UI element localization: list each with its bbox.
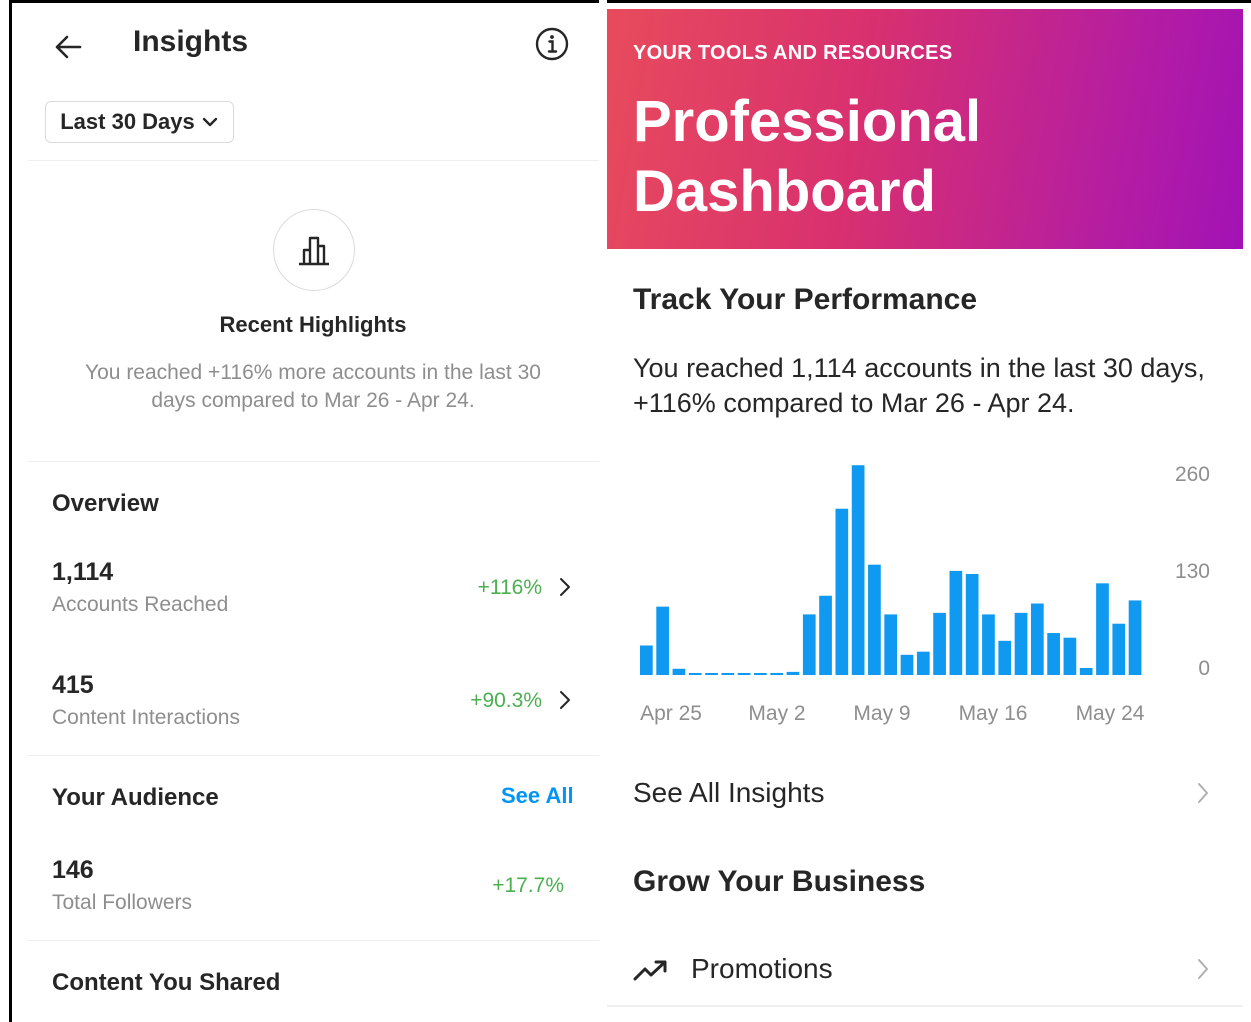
chart-bar xyxy=(737,673,751,675)
track-performance-title: Track Your Performance xyxy=(633,283,978,316)
chart-bar xyxy=(1030,603,1044,675)
dashboard-panel: YOUR TOOLS AND RESOURCES Professional Da… xyxy=(607,9,1243,1022)
x-tick-label: May 2 xyxy=(748,702,805,725)
page-title: Insights xyxy=(133,25,249,58)
divider xyxy=(607,1005,1243,1007)
chevron-right-icon xyxy=(560,578,570,596)
overview-title: Overview xyxy=(52,490,159,517)
dashboard-banner: YOUR TOOLS AND RESOURCES Professional Da… xyxy=(607,9,1243,249)
divider xyxy=(28,940,599,941)
metric-value: 415 xyxy=(52,671,94,699)
chart-bar xyxy=(933,612,946,675)
audience-title: Your Audience xyxy=(52,784,219,811)
insights-header: Insights xyxy=(12,3,599,87)
chevron-right-icon xyxy=(1198,783,1208,803)
chart-bar xyxy=(656,606,669,675)
highlights-description: You reached +116% more accounts in the l… xyxy=(85,361,541,412)
chart-bar xyxy=(1014,612,1028,675)
grow-business-title: Grow Your Business xyxy=(633,865,926,898)
chart-bar xyxy=(1079,668,1093,675)
chevron-right-icon xyxy=(560,691,570,709)
chart-bar xyxy=(1096,583,1109,675)
metric-change: +17.7% xyxy=(492,874,564,897)
metric-label: Total Followers xyxy=(52,891,193,914)
x-tick-label: May 9 xyxy=(853,702,910,725)
promotions-label: Promotions xyxy=(691,953,833,984)
chart-bar xyxy=(1047,633,1060,675)
back-arrow-icon[interactable] xyxy=(50,29,86,65)
metric-value: 146 xyxy=(52,856,94,884)
date-range-label: Last 30 Days xyxy=(60,109,195,134)
metric-label: Content Interactions xyxy=(52,706,240,729)
y-tick-label: 0 xyxy=(1198,657,1210,680)
chart-bar xyxy=(672,668,686,675)
banner-subtitle: YOUR TOOLS AND RESOURCES xyxy=(633,42,953,64)
chart-bar xyxy=(900,654,914,675)
x-tick-label: Apr 25 xyxy=(640,702,702,725)
x-tick-label: May 24 xyxy=(1076,702,1145,725)
chevron-right-icon xyxy=(1198,959,1208,979)
chart-bar xyxy=(1063,637,1077,675)
chart-bar xyxy=(802,614,816,675)
info-icon[interactable] xyxy=(534,26,570,62)
metric-change: +90.3% xyxy=(470,689,542,712)
insights-panel: Insights Last 30 Days Recent Highlights … xyxy=(12,3,599,1022)
divider xyxy=(28,755,599,756)
chart-bar xyxy=(688,673,702,675)
see-all-link[interactable]: See All xyxy=(501,783,574,809)
chart-bar xyxy=(835,508,849,675)
date-range-dropdown[interactable]: Last 30 Days xyxy=(45,101,234,143)
chart-bar xyxy=(868,564,881,675)
chart-bar xyxy=(851,465,865,675)
chart-bar xyxy=(1128,600,1142,675)
chart-bar xyxy=(786,671,800,675)
see-all-insights-label: See All Insights xyxy=(633,777,825,808)
chart-bar xyxy=(721,673,735,675)
y-tick-label: 260 xyxy=(1175,463,1210,486)
chart-bar xyxy=(640,645,653,675)
accounts-reached-chart: 260 130 0 Apr 25 May 2 May 9 May 16 May 24 xyxy=(640,463,1210,725)
panel-gap xyxy=(599,0,607,1022)
chart-bar xyxy=(998,640,1012,675)
metric-change: +116% xyxy=(477,576,542,599)
chart-bar xyxy=(705,673,718,675)
metric-value: 1,114 xyxy=(52,558,114,586)
x-tick-label: May 16 xyxy=(959,702,1028,725)
chart-bar xyxy=(754,673,767,675)
chart-bar xyxy=(819,595,832,675)
content-shared-title: Content You Shared xyxy=(52,969,281,996)
chart-bar xyxy=(982,614,995,675)
trending-up-icon xyxy=(633,960,667,981)
divider xyxy=(28,160,599,161)
chart-bar xyxy=(965,574,979,675)
chart-bar xyxy=(770,673,784,675)
y-tick-label: 130 xyxy=(1175,560,1210,583)
banner-title: Professional Dashboard xyxy=(633,89,982,224)
chart-bar xyxy=(949,570,963,675)
divider xyxy=(28,461,599,462)
highlights-badge xyxy=(273,209,355,291)
highlights-title: Recent Highlights xyxy=(219,312,407,337)
track-performance-description: You reached 1,114 accounts in the last 3… xyxy=(633,353,1205,418)
metric-label: Accounts Reached xyxy=(52,593,229,616)
bar-chart-icon xyxy=(299,236,329,266)
chart-bar xyxy=(884,614,898,675)
chevron-down-icon xyxy=(202,117,217,127)
chart-bar xyxy=(1112,623,1126,675)
chart-bar xyxy=(916,651,930,675)
